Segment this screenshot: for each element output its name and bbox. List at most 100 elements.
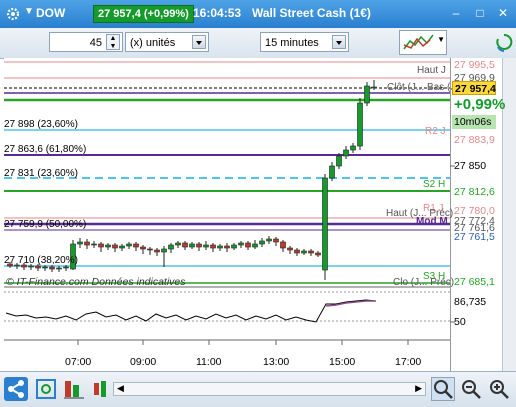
candle-body [259, 240, 265, 245]
candle-body [84, 241, 90, 246]
compare-icon[interactable] [90, 377, 114, 401]
candle-body [63, 266, 69, 269]
price-tag: 27 995,5 [454, 59, 495, 71]
fibo-label: 27 759,9 (50,00%) [4, 219, 87, 230]
oscillator-tick-label: 50 [454, 316, 466, 328]
share-icon[interactable] [4, 377, 28, 401]
candle-body [301, 250, 307, 254]
x-tick-label: 07:00 [65, 356, 92, 368]
candle-body [28, 265, 34, 268]
candle-body [105, 244, 111, 248]
candle-body [350, 145, 356, 151]
current-price-tag: 27 957,4 [452, 81, 496, 95]
price-tag: 27 761,5 [454, 231, 495, 243]
units-stepper[interactable]: 45 ▲ ▼ [49, 32, 123, 52]
toolbar: 45 ▲ ▼ (x) unités 15 minutes ▼ [0, 28, 516, 59]
price-tag: 27 812,6 [454, 186, 495, 198]
units-select-label: (x) unités [130, 37, 176, 49]
chart-type-button[interactable]: ▼ [399, 30, 447, 55]
candles [7, 80, 377, 280]
instrument-title: Wall Street Cash (1€) [252, 6, 371, 20]
chart-type-icon [403, 34, 434, 50]
candle-body [189, 243, 195, 248]
chevron-down-icon[interactable] [332, 35, 346, 49]
candle-body [119, 245, 125, 249]
close-icon[interactable]: ✕ [496, 6, 510, 20]
candle-body [42, 266, 48, 269]
candle-body [154, 249, 160, 253]
candle-body [210, 244, 216, 249]
level-name: Clo (J... Préc) [393, 277, 455, 288]
candle-body [329, 165, 335, 179]
x-tick-label: 15:00 [329, 356, 356, 368]
clock-time: 16:04:53 [193, 6, 242, 20]
candle-body [252, 243, 258, 248]
price-badge: 27 957,4 (+0,99%) [93, 5, 194, 23]
bottom-toolbar: ◀ ▶ [0, 371, 516, 407]
candle-body [147, 248, 153, 251]
candle-body [287, 247, 293, 251]
x-tick-label: 11:00 [196, 356, 222, 368]
chart-area[interactable]: 27 898 (23,60%) 27 863,6 (61,80%) 27 831… [0, 58, 516, 371]
level-name: Haut J [417, 65, 446, 76]
candle-body [371, 86, 377, 89]
candle-body [280, 241, 286, 249]
fibo-label: 27 863,6 (61,80%) [4, 144, 87, 155]
candle-body [77, 241, 83, 245]
candle-body [294, 249, 300, 254]
fibo-label: 27 831 (23,60%) [4, 168, 78, 179]
units-value[interactable]: 45 [90, 33, 102, 53]
candle-body [238, 242, 244, 246]
candle-body [35, 265, 41, 269]
candle-body [266, 238, 272, 242]
title-bar: ▼ DOW 27 957,4 (+0,99%) 16:04:53 Wall St… [0, 0, 516, 29]
x-tick-label: 17:00 [395, 356, 422, 368]
sync-icon[interactable] [495, 31, 513, 55]
candle-body [273, 238, 279, 243]
chevron-down-icon[interactable]: ▼ [24, 6, 34, 17]
gear-icon[interactable] [5, 6, 21, 22]
minimize-icon[interactable]: – [449, 6, 463, 20]
candle-body [245, 242, 251, 248]
fibo-label: 27 710 (38,20%) [4, 255, 78, 266]
stepper-arrows-icon[interactable]: ▲ ▼ [106, 34, 120, 50]
chevron-down-icon[interactable] [192, 35, 206, 49]
price-tag: 27 883,9 [454, 134, 495, 146]
price-tag: 27 685,1 [454, 276, 495, 288]
candle-body [168, 244, 174, 250]
candle-body [336, 155, 342, 167]
drawing-tools-icon[interactable] [62, 377, 86, 401]
scroll-right-icon[interactable]: ▶ [415, 383, 422, 394]
maximize-icon[interactable]: □ [473, 6, 487, 20]
level-name: S2 H [423, 179, 446, 190]
fibo-label: 27 898 (23,60%) [4, 119, 78, 130]
candle-body [182, 242, 188, 248]
candle-body [357, 102, 363, 147]
zoom-fit-icon[interactable] [431, 377, 455, 401]
candle-body [322, 177, 328, 271]
candle-body [343, 149, 349, 157]
candle-body [203, 244, 209, 248]
candle-body [196, 243, 202, 248]
horizontal-scrollbar[interactable]: ◀ ▶ [113, 382, 426, 396]
candle-body [140, 246, 146, 250]
candle-body [161, 248, 167, 253]
symbol-name[interactable]: DOW [36, 6, 65, 20]
candle-body [364, 85, 370, 104]
interval-select[interactable]: 15 minutes [260, 32, 349, 52]
candle-body [231, 244, 237, 249]
indicator-icon[interactable] [34, 377, 58, 401]
x-tick-label: 13:00 [263, 356, 290, 368]
watermark: © IT-Finance.com Données indicatives [6, 276, 186, 288]
candle-body [308, 250, 314, 254]
chevron-down-icon[interactable]: ▼ [437, 35, 445, 44]
candle-body [98, 243, 104, 248]
candle-body [217, 245, 223, 249]
zoom-out-icon[interactable] [459, 377, 483, 401]
candle-body [49, 266, 55, 270]
candle-body [112, 244, 118, 249]
units-select[interactable]: (x) unités [125, 32, 209, 52]
change-percent: +0,99% [454, 96, 506, 113]
scroll-left-icon[interactable]: ◀ [117, 383, 124, 394]
zoom-in-icon[interactable] [487, 377, 511, 401]
